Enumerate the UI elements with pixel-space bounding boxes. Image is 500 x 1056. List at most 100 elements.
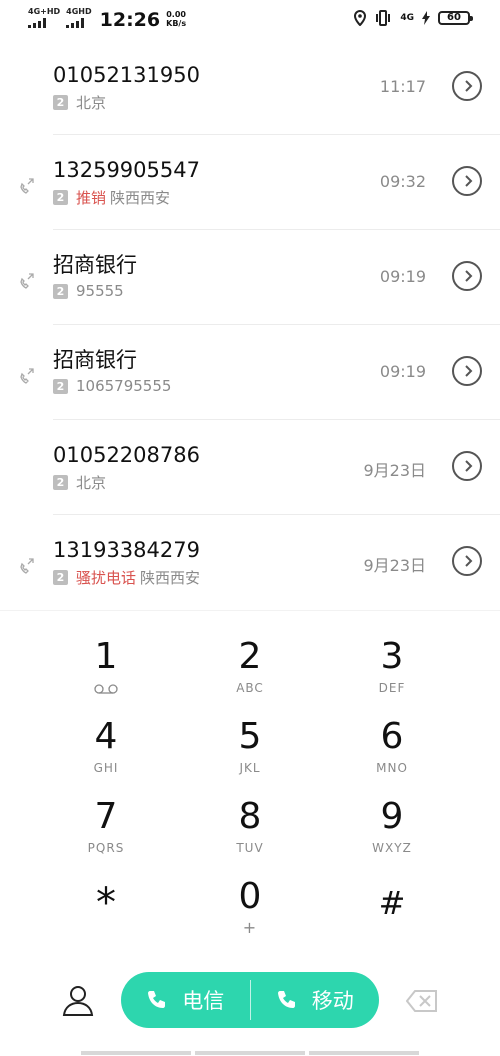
- sim-icon: 2: [53, 190, 68, 205]
- call-time: 9月23日: [363, 556, 426, 575]
- vibrate-icon: [376, 10, 391, 26]
- spam-tag: 推销: [76, 189, 107, 207]
- call-details: 2 推销 陕西西安: [53, 187, 170, 208]
- caller-location: 陕西西安: [110, 189, 171, 207]
- key-letters: GHI: [93, 761, 119, 775]
- battery-icon: 60: [438, 11, 473, 25]
- caller-location: 北京: [76, 94, 107, 112]
- call-info-button[interactable]: [452, 71, 482, 101]
- key-5[interactable]: 5 JKL: [190, 715, 310, 793]
- key-4[interactable]: 4 GHI: [46, 715, 166, 793]
- key-star[interactable]: *: [46, 881, 166, 959]
- call-details: 2 骚扰电话 陕西西安: [53, 567, 200, 588]
- sim-icon: 2: [53, 283, 68, 299]
- chevron-right-icon: [465, 80, 473, 92]
- signal-sim1-label: 4G+HD: [28, 7, 61, 16]
- key-hash[interactable]: #: [332, 881, 452, 959]
- phone-icon: [148, 991, 166, 1008]
- missed-call-icon: [20, 178, 34, 194]
- key-digit: 3: [380, 636, 404, 677]
- call-info-button[interactable]: [452, 166, 482, 196]
- key-6[interactable]: 6 MNO: [332, 715, 452, 793]
- key-digit: 7: [94, 796, 118, 837]
- missed-call-icon: [20, 558, 34, 574]
- caller-number: 01052208786: [53, 443, 200, 467]
- caller-name: 招商银行: [53, 253, 137, 277]
- network-speed: 0.00 KB/s: [166, 8, 186, 28]
- call-time: 09:19: [379, 267, 426, 286]
- spam-tag: 骚扰电话: [76, 569, 137, 587]
- key-9[interactable]: 9 WXYZ: [332, 795, 452, 873]
- chevron-right-icon: [465, 365, 473, 377]
- key-7[interactable]: 7 PQRS: [46, 795, 166, 873]
- call-sim2-button[interactable]: 移动: [251, 972, 380, 1028]
- call-info-button[interactable]: [452, 451, 482, 481]
- key-digit: 6: [380, 716, 404, 757]
- key-digit: 4: [94, 716, 118, 757]
- contacts-icon[interactable]: [60, 982, 96, 1018]
- dialer-action-bar: 电信 移动: [0, 965, 500, 1056]
- key-digit: 5: [238, 716, 262, 757]
- key-8[interactable]: 8 TUV: [190, 795, 310, 873]
- key-digit: 1: [94, 636, 118, 677]
- caller-location: 陕西西安: [140, 569, 201, 587]
- key-letters: TUV: [236, 841, 264, 855]
- signal-bars-icon: [28, 18, 46, 28]
- divider: [249, 980, 251, 1020]
- call-log-item[interactable]: 招商银行 2 1065795555 09:19: [0, 325, 500, 420]
- signal-bars-icon: [66, 18, 85, 28]
- call-time: 09:32: [379, 172, 426, 191]
- call-info-button[interactable]: [452, 261, 482, 291]
- key-digit: 8: [238, 796, 262, 837]
- network-type: 4G: [400, 13, 414, 23]
- signal-sim2: 4GHD: [66, 8, 92, 28]
- call-time: 9月23日: [363, 461, 426, 480]
- key-digit: #: [378, 884, 406, 922]
- caller-number-sub: 95555: [76, 282, 124, 300]
- key-0[interactable]: 0 +: [190, 875, 310, 953]
- key-letters: JKL: [239, 761, 261, 775]
- signal-sim1: 4G+HD: [28, 8, 60, 28]
- call-sim2-label: 移动: [311, 989, 354, 1013]
- call-log-item[interactable]: 招商银行 2 95555 09:19: [0, 230, 500, 325]
- battery-level: 60: [447, 12, 461, 23]
- call-details: 2 1065795555: [53, 377, 171, 395]
- chevron-right-icon: [465, 270, 473, 282]
- key-letters: DEF: [378, 681, 406, 695]
- call-log-item[interactable]: 13193384279 2 骚扰电话 陕西西安 9月23日: [0, 515, 500, 610]
- charging-icon: [422, 11, 430, 25]
- call-log-item[interactable]: 01052131950 2 北京 11:17: [0, 40, 500, 135]
- key-digit: *: [96, 880, 116, 926]
- call-log-list[interactable]: 01052131950 2 北京 11:17 13259905547 2 推销陕…: [0, 40, 500, 610]
- call-info-button[interactable]: [452, 356, 482, 386]
- dual-call-button: 电信 移动: [121, 972, 379, 1028]
- key-3[interactable]: 3 DEF: [332, 635, 452, 713]
- call-info-button[interactable]: [452, 546, 482, 576]
- key-letters: +: [242, 918, 258, 937]
- call-log-item[interactable]: 01052208786 2 北京 9月23日: [0, 420, 500, 515]
- call-details: 2 北京: [53, 472, 106, 493]
- sim-icon: 2: [53, 378, 68, 394]
- key-1[interactable]: 1: [46, 635, 166, 713]
- chevron-right-icon: [465, 555, 473, 567]
- call-details: 2 95555: [53, 282, 124, 300]
- sim-icon: 2: [53, 95, 68, 110]
- key-letters: MNO: [376, 761, 408, 775]
- navigation-hint: [0, 1051, 500, 1056]
- backspace-icon[interactable]: [406, 990, 438, 1012]
- dial-keypad: 1 2 ABC 3 DEF 4 GHI 5 JKL 6 MNO 7 PQRS 8…: [0, 610, 500, 966]
- chevron-right-icon: [465, 460, 473, 472]
- call-time: 11:17: [379, 77, 426, 96]
- call-log-item[interactable]: 13259905547 2 推销 陕西西安 09:32: [0, 135, 500, 230]
- key-2[interactable]: 2 ABC: [190, 635, 310, 713]
- call-sim1-button[interactable]: 电信: [121, 972, 250, 1028]
- clock: 12:26: [99, 9, 161, 31]
- sim-icon: 2: [53, 475, 68, 490]
- call-details: 2 北京: [53, 92, 106, 113]
- key-digit: 2: [238, 636, 262, 677]
- call-time: 09:19: [379, 362, 426, 381]
- caller-number: 01052131950: [53, 63, 200, 87]
- key-letters: PQRS: [87, 841, 125, 855]
- network-speed-unit: KB/s: [166, 19, 187, 28]
- phone-icon: [277, 991, 295, 1008]
